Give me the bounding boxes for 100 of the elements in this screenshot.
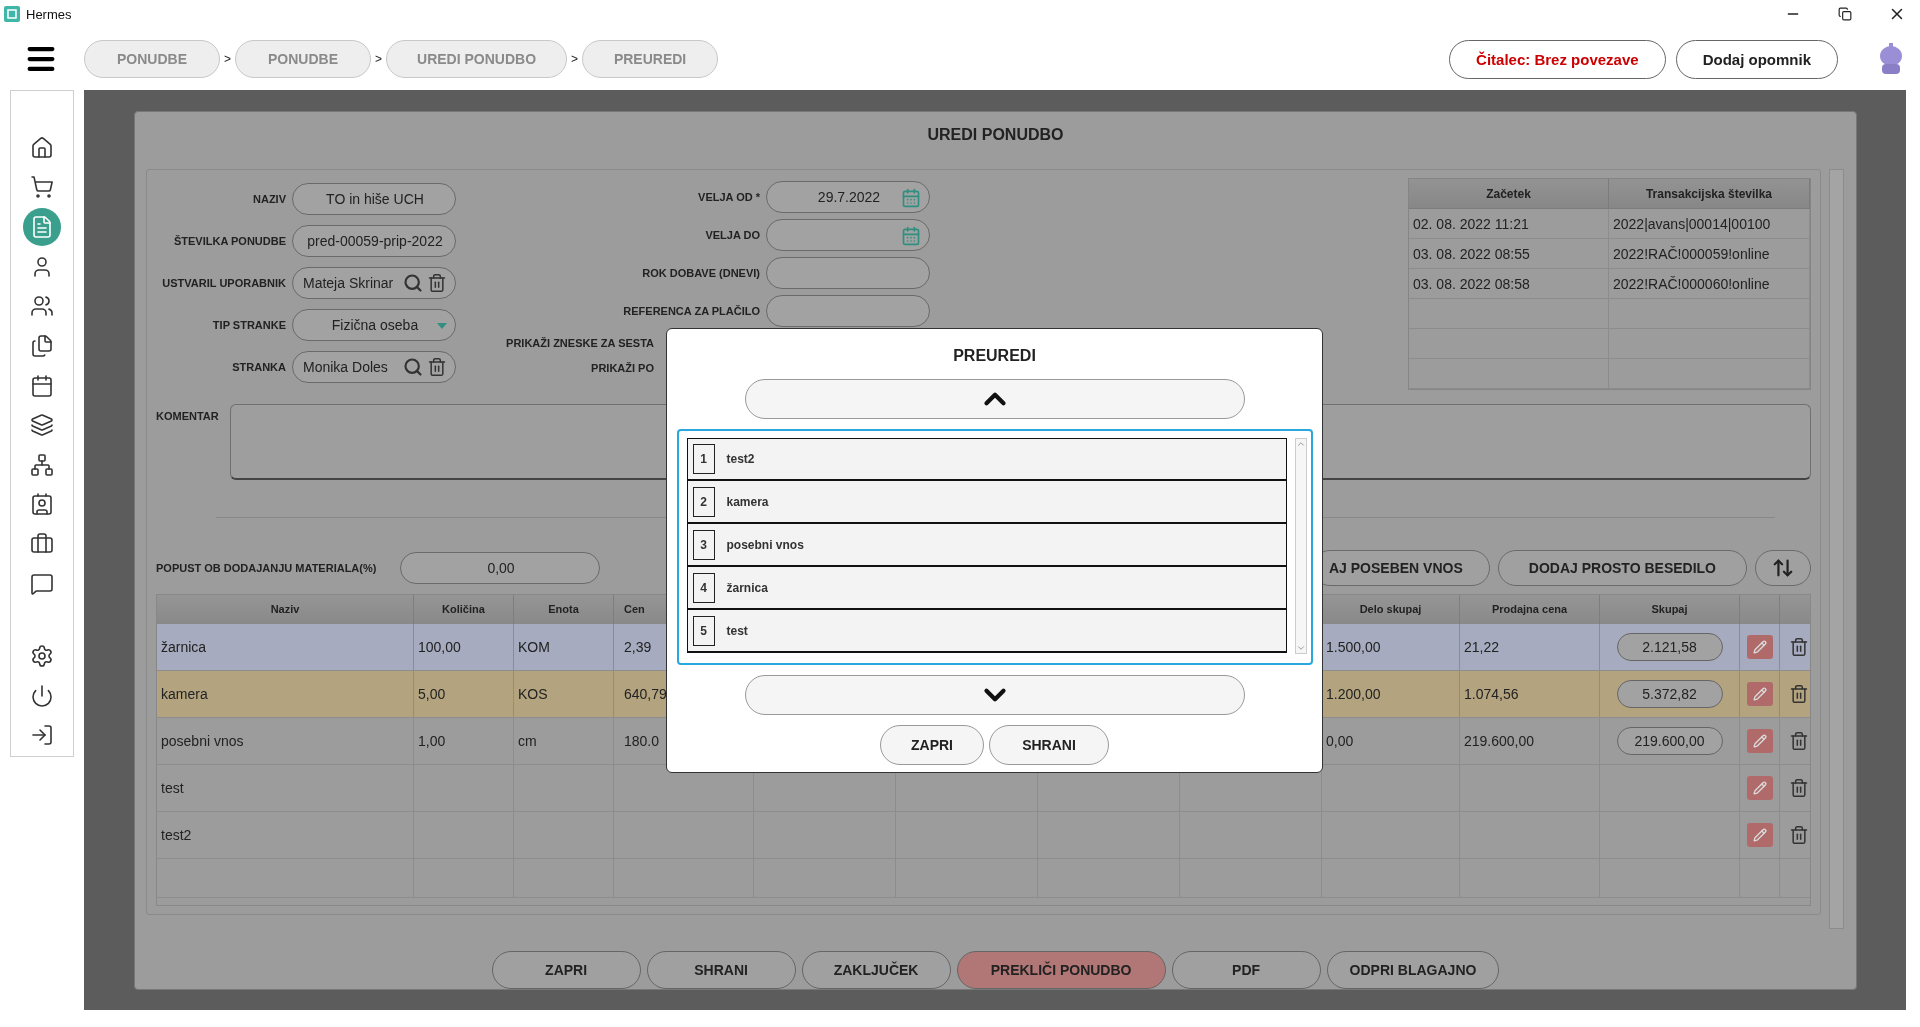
pencil-icon (1752, 733, 1767, 748)
sort-button[interactable] (1755, 549, 1811, 586)
breadcrumb-separator: > (375, 52, 383, 66)
close-button[interactable]: ZAPRI (880, 725, 984, 765)
delete-icon[interactable] (1789, 730, 1809, 751)
table-cell: 100,00 (414, 623, 514, 671)
list-item[interactable]: 5 test (686, 610, 1287, 653)
text-field[interactable]: TO in hiše UCH (292, 183, 456, 215)
reader-status-button[interactable]: Čitalec: Brez povezave (1449, 39, 1666, 79)
move-down-button[interactable] (744, 675, 1245, 715)
pencil-icon (1752, 780, 1767, 795)
column-header: Enota (514, 594, 614, 624)
action-button[interactable]: SHRANI (646, 951, 796, 989)
delete-icon[interactable] (1789, 636, 1809, 657)
table-cell: KOM (514, 623, 614, 671)
list-item[interactable]: 2 kamera (686, 481, 1287, 524)
position-number: 2 (692, 486, 715, 517)
breadcrumb-separator: > (224, 52, 231, 66)
delete-icon[interactable] (1789, 683, 1809, 704)
table-cell: 03. 08. 2022 08:55 (1409, 239, 1609, 269)
column-header: Količina (414, 594, 514, 624)
date-field[interactable] (766, 219, 930, 251)
list-item[interactable]: 4 žarnica (686, 567, 1287, 610)
discount-field[interactable]: 0,00 (400, 551, 600, 584)
lookup-field[interactable]: Mateja Skrinar (292, 267, 456, 299)
lookup-field[interactable]: Monika Doles (292, 351, 456, 383)
search-icon[interactable] (403, 357, 423, 377)
date-field[interactable]: 29.7.2022 (766, 181, 930, 213)
item-label: test2 (726, 452, 755, 466)
dropdown-field[interactable]: Fizična oseba (292, 309, 456, 341)
position-number: 5 (692, 615, 715, 646)
dialog-title: UREDI PONUDBO (927, 124, 1064, 145)
add-text-button[interactable]: DODAJ PROSTO BESEDILO (1497, 549, 1747, 586)
field-label: TIP STRANKE (211, 319, 287, 331)
edit-button[interactable] (1746, 634, 1773, 659)
table-cell: 2022!RAČ!000060!online (1609, 269, 1810, 299)
column-header: Skupaj (1600, 594, 1740, 624)
item-label: kamera (726, 494, 769, 509)
table-cell: KOS (514, 670, 614, 718)
total-field[interactable]: 5.372,82 (1616, 679, 1723, 708)
column-header: Naziv (157, 594, 414, 624)
field-label: REFERENCA ZA PLAČILO (622, 305, 761, 317)
table-cell: 02. 08. 2022 11:21 (1409, 209, 1609, 239)
column-header: Delo skupaj (1322, 594, 1460, 624)
table-cell: test2 (157, 811, 414, 859)
field-label: VELJA OD * (697, 191, 761, 203)
field-label: USTVARIL UPORABNIK (161, 277, 287, 289)
edit-button[interactable] (1746, 728, 1773, 753)
item-label: posebni vnos (726, 537, 804, 552)
edit-button[interactable] (1746, 822, 1773, 847)
action-button[interactable]: PDF (1171, 951, 1321, 989)
text-field[interactable]: pred-00059-prip-2022 (292, 225, 456, 257)
total-field[interactable]: 219.600,00 (1616, 726, 1723, 755)
pencil-icon (1752, 639, 1767, 654)
text-field[interactable] (766, 295, 930, 327)
item-label: test (726, 623, 748, 638)
action-button[interactable]: ODPRI BLAGAJNO (1326, 951, 1500, 989)
trash-icon[interactable] (427, 273, 447, 293)
pencil-icon (1752, 686, 1767, 701)
field-label: ŠTEVILKA PONUDBE (172, 235, 287, 247)
table-cell: test (157, 764, 414, 812)
position-number: 3 (692, 529, 715, 560)
app-logo-icon (4, 6, 20, 22)
search-icon[interactable] (403, 273, 423, 293)
field-label: NAZIV (252, 193, 287, 205)
pencil-icon (1752, 827, 1767, 842)
add-reminder-button[interactable]: Dodaj opomnik (1675, 39, 1838, 79)
table-cell: 5,00 (414, 670, 514, 718)
action-button[interactable]: ZAKLJUČEK (801, 951, 951, 989)
table-cell: 219.600,00 (1460, 717, 1600, 765)
delete-icon[interactable] (1789, 777, 1809, 798)
table-cell: kamera (157, 670, 414, 718)
trash-icon[interactable] (427, 357, 447, 377)
column-header: Prodajna cena (1460, 594, 1600, 624)
scrollbar[interactable] (1829, 169, 1844, 929)
edit-button[interactable] (1746, 681, 1773, 706)
dropdown-arrow-icon (437, 323, 447, 329)
window-title: Hermes (26, 6, 73, 22)
dialog-title: PREUREDI (953, 346, 1036, 366)
table-cell: žarnica (157, 623, 414, 671)
field-label: PRIKAŽI ZNESKE ZA SESTA (505, 336, 655, 349)
field-label: KOMENTAR (156, 408, 220, 422)
edit-button[interactable] (1746, 775, 1773, 800)
cancel-offer-button[interactable]: PREKLIČI PONUDBO (956, 951, 1166, 989)
item-label: žarnica (726, 580, 768, 595)
delete-icon[interactable] (1789, 824, 1809, 845)
field-label: POPUST OB DODAJANJU MATERIALA(%) (156, 561, 378, 574)
field-label: VELJA DO (704, 229, 761, 241)
total-field[interactable]: 2.121,58 (1616, 632, 1723, 661)
table-cell: posebni vnos (157, 717, 414, 765)
position-number: 1 (692, 444, 715, 474)
text-field[interactable] (766, 257, 930, 289)
save-button[interactable]: SHRANI (989, 725, 1109, 765)
table-cell: cm (514, 717, 614, 765)
list-item[interactable]: 1 test2 (686, 438, 1287, 481)
breadcrumb-separator: > (571, 52, 579, 66)
action-button[interactable]: ZAPRI (491, 951, 641, 989)
field-label: ROK DOBAVE (DNEVI) (641, 267, 761, 279)
list-item[interactable]: 3 posebni vnos (686, 524, 1287, 567)
table-cell: 2022|avans|00014|00100 (1609, 209, 1810, 239)
